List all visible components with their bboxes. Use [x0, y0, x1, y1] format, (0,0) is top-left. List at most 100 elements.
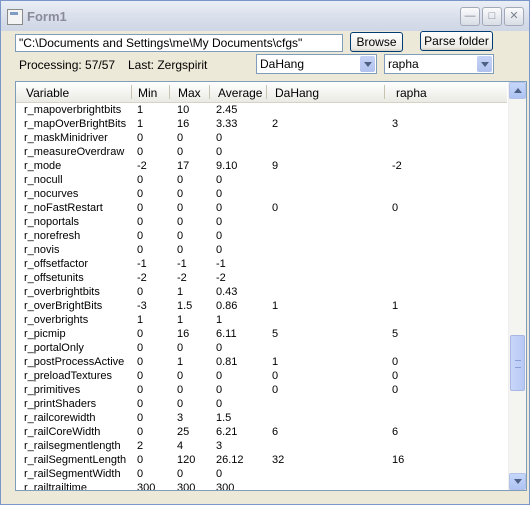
cell-max: 4 — [177, 440, 184, 452]
app-icon — [7, 9, 23, 25]
player2-select-value: rapha — [388, 57, 419, 71]
maximize-button[interactable]: □ — [482, 7, 502, 26]
scroll-up-button[interactable] — [509, 82, 526, 99]
cell-average: 0.81 — [216, 356, 238, 368]
table-row[interactable]: r_railCoreWidth 0 25 6.21 6 6 — [16, 425, 507, 439]
table-row[interactable]: r_mapOverBrightBits 1 16 3.33 2 3 — [16, 117, 507, 131]
cell-player1: 5 — [272, 328, 279, 340]
table-row[interactable]: r_railSegmentLength 0 120 26.12 32 16 — [16, 453, 507, 467]
table-row[interactable]: r_novis 0 0 0 — [16, 243, 507, 257]
column-divider[interactable] — [209, 85, 210, 99]
cell-variable: r_offsetunits — [24, 272, 84, 284]
cell-average: 0 — [216, 174, 223, 186]
cell-min: 1 — [137, 118, 144, 130]
table-row[interactable]: r_nocurves 0 0 0 — [16, 187, 507, 201]
cell-min: 0 — [137, 146, 144, 158]
column-divider[interactable] — [384, 85, 385, 99]
table-row[interactable]: r_printShaders 0 0 0 — [16, 397, 507, 411]
table-row[interactable]: r_preloadTextures 0 0 0 0 0 — [16, 369, 507, 383]
cell-max: 10 — [177, 104, 190, 116]
cell-min: 0 — [137, 342, 144, 354]
table-row[interactable]: r_overbrightbits 0 1 0.43 — [16, 285, 507, 299]
cell-max: 1 — [177, 314, 184, 326]
table-row[interactable]: r_railcorewidth 0 3 1.5 — [16, 411, 507, 425]
cell-average: 3.33 — [216, 118, 238, 130]
cell-player2: -2 — [392, 160, 402, 172]
cell-average: 0 — [216, 342, 223, 354]
cell-min: 0 — [137, 398, 144, 410]
table-row[interactable]: r_noFastRestart 0 0 0 0 0 — [16, 201, 507, 215]
chevron-down-icon[interactable] — [360, 56, 375, 72]
cell-variable: r_mapoverbrightbits — [24, 104, 122, 116]
title-bar[interactable]: Form1 — □ ✕ — [1, 1, 529, 31]
cvar-table[interactable]: Variable Min Max Average DaHang rapha r_… — [15, 81, 527, 491]
table-row[interactable]: r_measureOverdraw 0 0 0 — [16, 145, 507, 159]
browse-button[interactable]: Browse — [350, 32, 403, 52]
cell-variable: r_maskMinidriver — [24, 132, 108, 144]
cell-average: 26.12 — [216, 454, 244, 466]
table-row[interactable]: r_norefresh 0 0 0 — [16, 229, 507, 243]
cell-max: 3 — [177, 412, 184, 424]
cell-variable: r_overBrightBits — [24, 300, 103, 312]
table-row[interactable]: r_railtrailtime 300 300 300 — [16, 481, 507, 491]
cell-player1: 0 — [272, 370, 279, 382]
close-button[interactable]: ✕ — [504, 7, 524, 26]
cell-max: 0 — [177, 398, 184, 410]
table-row[interactable]: r_maskMinidriver 0 0 0 — [16, 131, 507, 145]
vertical-scrollbar[interactable] — [508, 82, 526, 490]
cell-variable: r_primitives — [24, 384, 81, 396]
cell-min: 0 — [137, 328, 144, 340]
cell-variable: r_measureOverdraw — [24, 146, 125, 158]
cell-max: 1 — [177, 286, 184, 298]
column-divider[interactable] — [169, 85, 170, 99]
table-row[interactable]: r_noportals 0 0 0 — [16, 215, 507, 229]
cell-min: 0 — [137, 286, 144, 298]
column-header-variable[interactable]: Variable — [26, 86, 69, 100]
cell-max: 0 — [177, 384, 184, 396]
cell-min: 0 — [137, 174, 144, 186]
table-row[interactable]: r_portalOnly 0 0 0 — [16, 341, 507, 355]
column-header-player1[interactable]: DaHang — [275, 86, 319, 100]
cell-min: -3 — [137, 300, 147, 312]
table-row[interactable]: r_mode -2 17 9.10 9 -2 — [16, 159, 507, 173]
cell-player2: 16 — [392, 454, 405, 466]
cell-player1: 0 — [272, 202, 279, 214]
cell-variable: r_overbrights — [24, 314, 89, 326]
cell-max: 300 — [177, 482, 196, 491]
table-row[interactable]: r_primitives 0 0 0 0 0 — [16, 383, 507, 397]
column-divider[interactable] — [131, 85, 132, 99]
scroll-down-button[interactable] — [509, 473, 526, 490]
scroll-thumb[interactable] — [510, 335, 525, 391]
cell-max: 25 — [177, 426, 190, 438]
cell-variable: r_preloadTextures — [24, 370, 113, 382]
column-header-max[interactable]: Max — [178, 86, 201, 100]
cell-average: 1 — [216, 314, 223, 326]
cell-average: 300 — [216, 482, 235, 491]
column-header-player2[interactable]: rapha — [396, 86, 427, 100]
table-row[interactable]: r_nocull 0 0 0 — [16, 173, 507, 187]
table-row[interactable]: r_railsegmentlength 2 4 3 — [16, 439, 507, 453]
column-header-min[interactable]: Min — [138, 86, 157, 100]
player1-select[interactable]: DaHang — [256, 54, 377, 74]
table-row[interactable]: r_postProcessActive 0 1 0.81 1 0 — [16, 355, 507, 369]
folder-path-input[interactable] — [15, 34, 343, 52]
cell-player2: 5 — [392, 328, 399, 340]
table-row[interactable]: r_mapoverbrightbits 1 10 2.45 — [16, 103, 507, 117]
table-row[interactable]: r_railSegmentWidth 0 0 0 — [16, 467, 507, 481]
table-row[interactable]: r_overbrights 1 1 1 — [16, 313, 507, 327]
table-row[interactable]: r_overBrightBits -3 1.5 0.86 1 1 — [16, 299, 507, 313]
cell-max: 1 — [177, 356, 184, 368]
minimize-button[interactable]: — — [460, 7, 480, 26]
player2-select[interactable]: rapha — [384, 54, 494, 74]
cell-min: -2 — [137, 272, 147, 284]
cell-min: 0 — [137, 230, 144, 242]
column-divider[interactable] — [266, 85, 267, 99]
chevron-down-icon[interactable] — [477, 56, 492, 72]
cell-player2: 0 — [392, 356, 399, 368]
cell-max: -2 — [177, 272, 187, 284]
column-header-average[interactable]: Average — [218, 86, 262, 100]
table-row[interactable]: r_offsetfactor -1 -1 -1 — [16, 257, 507, 271]
parse-folder-button[interactable]: Parse folder — [420, 31, 493, 51]
table-row[interactable]: r_picmip 0 16 6.11 5 5 — [16, 327, 507, 341]
table-row[interactable]: r_offsetunits -2 -2 -2 — [16, 271, 507, 285]
